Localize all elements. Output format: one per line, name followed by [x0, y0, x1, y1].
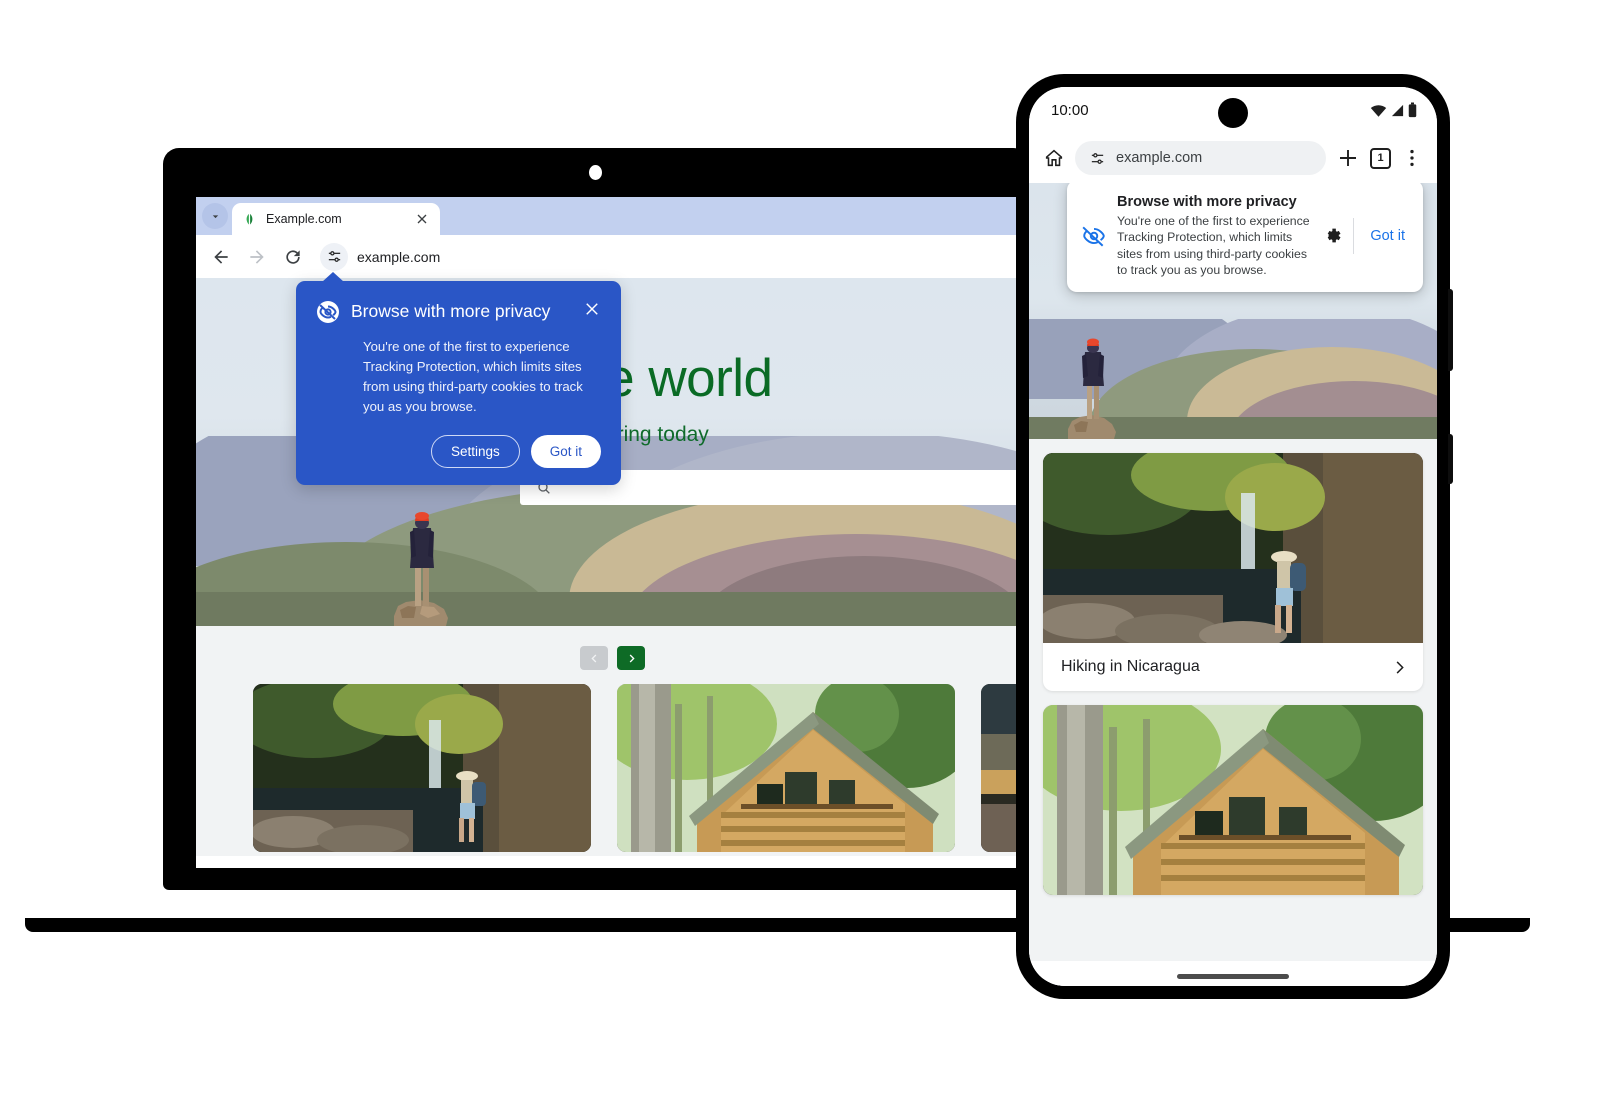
status-clock: 10:00 [1051, 101, 1089, 119]
chevron-left-icon [590, 654, 596, 662]
site-settings-button[interactable] [320, 242, 348, 271]
phone-browser-toolbar: example.com 1 [1029, 133, 1437, 183]
phone-device: 10:00 example.com 1 Browse with more pri… [1016, 74, 1453, 999]
card-carousel [196, 684, 1029, 852]
more-vert-icon[interactable] [1401, 147, 1423, 169]
signal-icon [1391, 104, 1404, 116]
privacy-card-title: Browse with more privacy [1117, 194, 1297, 210]
carousel-next-button[interactable] [617, 646, 645, 670]
phone-hero-climber-figure [1068, 338, 1116, 439]
tune-icon [328, 251, 340, 262]
arrow-back-icon [214, 249, 228, 264]
promo-gotit-button[interactable]: Got it [530, 435, 601, 469]
phone-tile-label: Hiking in Nicaragua [1061, 658, 1200, 675]
waterfall-hiker-image [1043, 453, 1423, 643]
card-log-cabin[interactable] [617, 684, 955, 852]
phone-gesture-bar[interactable] [1177, 974, 1289, 979]
browser-tab-example[interactable]: Example.com [232, 203, 440, 235]
chevron-right-icon [629, 654, 635, 662]
promo-actions: Settings Got it [316, 435, 601, 469]
phone-omnibox-url: example.com [1116, 150, 1203, 166]
wifi-icon [1370, 104, 1387, 117]
back-button[interactable] [206, 242, 236, 272]
carousel-controls [196, 626, 1029, 684]
card-waterfall-hiker[interactable] [253, 684, 591, 852]
chevron-right-icon[interactable] [1390, 658, 1409, 677]
card-divider [1353, 218, 1355, 255]
battery-icon [1408, 102, 1417, 118]
reload-icon [286, 249, 300, 264]
laptop-camera-icon [589, 165, 602, 180]
promo-header: Browse with more privacy [316, 300, 601, 324]
phone-screen: 10:00 example.com 1 Browse with more pri… [1029, 87, 1437, 986]
log-cabin-image [617, 684, 955, 852]
phone-tile-image-cabin [1043, 705, 1423, 895]
tune-icon[interactable] [1089, 150, 1106, 167]
tab-count-label: 1 [1377, 152, 1384, 164]
plus-icon[interactable] [1336, 146, 1360, 170]
phone-tile-footer[interactable]: Hiking in Nicaragua [1043, 643, 1423, 691]
promo-settings-button[interactable]: Settings [430, 435, 520, 469]
phone-tile-cabin[interactable] [1043, 705, 1423, 895]
laptop-device: Example.com example.com world today [163, 148, 1029, 890]
phone-webpage: Browse with more privacy You're one of t… [1029, 183, 1437, 986]
promo-title: Browse with more privacy [351, 301, 551, 321]
privacy-promo-bubble: Browse with more privacy You're one of t… [296, 271, 621, 486]
privacy-eye-off-icon [317, 301, 339, 323]
hero-search-input[interactable] [562, 479, 1029, 496]
carousel-prev-button[interactable] [580, 646, 608, 670]
phone-power-button[interactable] [1448, 289, 1453, 371]
close-icon[interactable] [414, 211, 430, 227]
phone-front-camera-icon [1218, 98, 1248, 128]
phone-tile-image-waterfall [1043, 453, 1423, 643]
phone-volume-button[interactable] [1448, 434, 1453, 484]
leaf-favicon [246, 213, 253, 224]
phone-gesture-area [1029, 961, 1437, 986]
waterfall-hiker-image [253, 684, 591, 852]
arrow-forward-icon [250, 249, 264, 264]
screenshot-stage: Example.com example.com world today 10:0… [0, 0, 1600, 1102]
promo-body: You're one of the first to experience Tr… [363, 339, 583, 415]
phone-privacy-card: Browse with more privacy You're one of t… [1067, 183, 1423, 293]
home-icon[interactable] [1043, 147, 1065, 169]
browser-tabstrip: Example.com [196, 197, 1029, 235]
phone-gotit-button[interactable]: Got it [1364, 228, 1411, 244]
log-cabin-image [1043, 705, 1423, 895]
privacy-card-body: You're one of the first to experience Tr… [1117, 214, 1310, 278]
tab-count-button[interactable]: 1 [1370, 147, 1391, 169]
chevron-down-icon [212, 214, 218, 218]
omnibox-url: example.com [357, 248, 441, 265]
reload-button[interactable] [278, 242, 308, 272]
privacy-card-text: Browse with more privacy You're one of t… [1117, 194, 1311, 278]
privacy-eye-off-icon [1082, 226, 1105, 247]
tab-search-button[interactable] [202, 203, 228, 229]
browser-toolbar: example.com [196, 235, 1029, 278]
omnibox[interactable]: example.com [320, 242, 1029, 272]
hero-climber-figure [394, 512, 448, 626]
phone-status-bar: 10:00 [1029, 87, 1437, 133]
status-indicators [1370, 102, 1417, 118]
gear-icon[interactable] [1321, 225, 1343, 247]
tab-title: Example.com [266, 212, 342, 226]
close-icon[interactable] [583, 300, 601, 318]
forward-button[interactable] [242, 242, 272, 272]
phone-card-list: Hiking in Nicaragua [1029, 453, 1437, 895]
phone-tile-hiking[interactable]: Hiking in Nicaragua [1043, 453, 1423, 691]
phone-omnibox[interactable]: example.com [1075, 141, 1326, 175]
